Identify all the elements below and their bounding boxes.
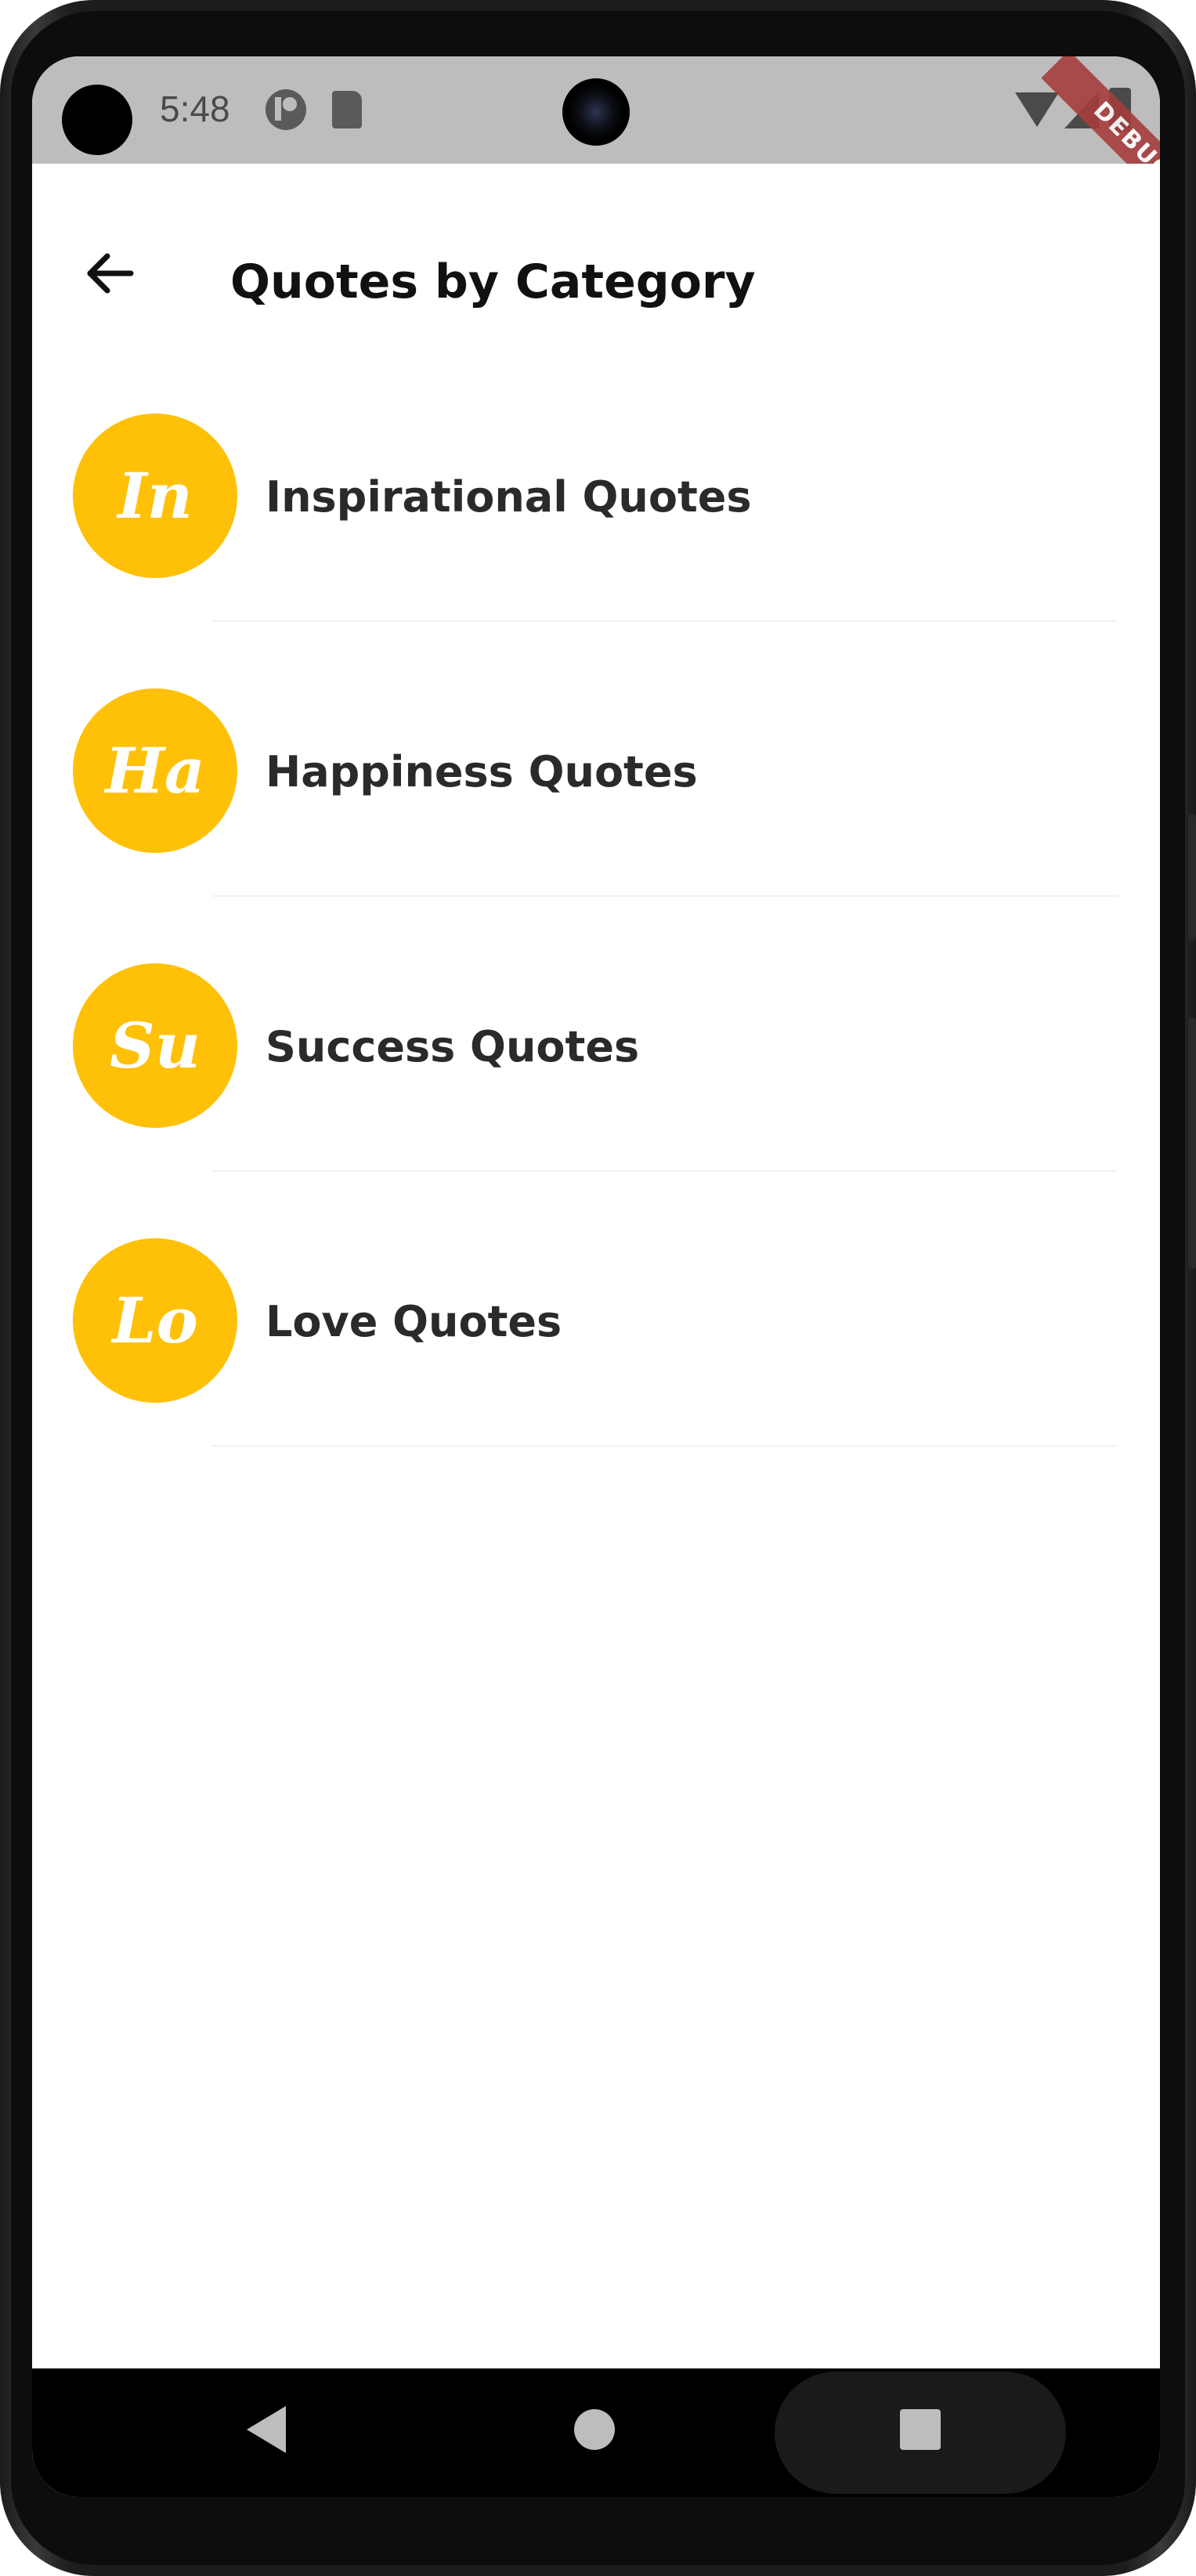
screen: 5:48 DEBUG Quotes by Category In Inspira… [32, 56, 1160, 2497]
power-button [1188, 1018, 1196, 1269]
category-list: In Inspirational Quotes Ha Happiness Quo… [32, 347, 1160, 1447]
list-item-love[interactable]: Lo Love Quotes [32, 1172, 1160, 1447]
page-title: Quotes by Category [230, 255, 756, 309]
system-navigation-bar [32, 2368, 1160, 2497]
nav-back-icon[interactable] [247, 2406, 286, 2453]
sd-card-icon [332, 91, 362, 128]
volume-button [1188, 815, 1196, 940]
list-item-success[interactable]: Su Success Quotes [32, 897, 1160, 1172]
camera-cutout-dot [62, 85, 132, 155]
avatar: Su [73, 963, 237, 1128]
list-item-inspirational[interactable]: In Inspirational Quotes [32, 347, 1160, 622]
status-bar: 5:48 [32, 56, 1160, 164]
arrow-back-icon [87, 253, 134, 294]
nav-home-icon[interactable] [574, 2409, 615, 2450]
avatar: Ha [73, 688, 237, 853]
nav-recents-icon[interactable] [900, 2409, 941, 2450]
list-item-label: Inspirational Quotes [266, 472, 752, 522]
list-item-label: Love Quotes [266, 1297, 562, 1346]
avatar: In [73, 414, 237, 578]
back-button[interactable] [71, 250, 150, 328]
status-time: 5:48 [160, 89, 230, 129]
avatar: Lo [73, 1238, 237, 1403]
device-frame: 5:48 DEBUG Quotes by Category In Inspira… [0, 0, 1196, 2576]
list-item-label: Success Quotes [266, 1022, 640, 1071]
notification-icon [266, 89, 306, 130]
wifi-icon [1015, 92, 1059, 127]
app-bar: Quotes by Category [32, 164, 1160, 347]
list-item-happiness[interactable]: Ha Happiness Quotes [32, 622, 1160, 897]
front-camera [562, 78, 630, 146]
divider [212, 1445, 1117, 1447]
list-item-label: Happiness Quotes [266, 747, 698, 797]
